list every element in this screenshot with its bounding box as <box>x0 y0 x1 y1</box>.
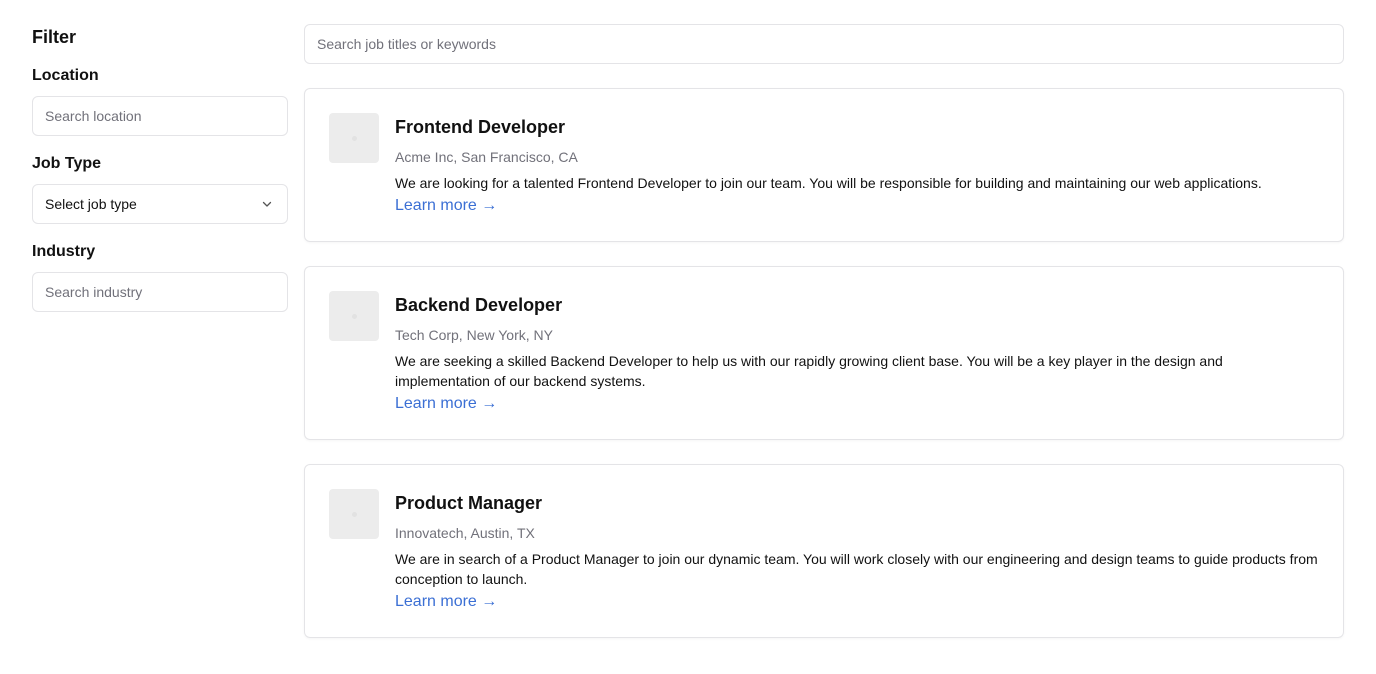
company-logo-icon <box>329 291 379 341</box>
job-title: Frontend Developer <box>395 117 566 137</box>
job-listings-main: Frontend Developer Acme Inc, San Francis… <box>304 24 1344 662</box>
industry-search-input[interactable] <box>32 272 288 312</box>
job-description: We are in search of a Product Manager to… <box>395 551 1318 587</box>
job-card: Product Manager Innovatech, Austin, TX W… <box>304 464 1344 638</box>
company-logo-icon <box>329 489 379 539</box>
job-search-input[interactable] <box>304 24 1344 64</box>
job-card: Backend Developer Tech Corp, New York, N… <box>304 266 1344 440</box>
filter-title: Filter <box>32 27 77 47</box>
learn-more-link[interactable]: Learn more → <box>395 393 497 415</box>
chevron-down-icon <box>259 196 275 212</box>
job-type-label: Job Type <box>32 155 102 172</box>
job-title: Backend Developer <box>395 295 563 315</box>
learn-more-link[interactable]: Learn more → <box>395 195 497 217</box>
job-company-location: Acme Inc, San Francisco, CA <box>395 149 578 165</box>
learn-more-link[interactable]: Learn more → <box>395 591 497 613</box>
job-type-select[interactable]: Select job type <box>32 184 288 224</box>
job-list: Frontend Developer Acme Inc, San Francis… <box>304 88 1344 638</box>
job-type-selected-value: Select job type <box>45 196 137 212</box>
filter-sidebar: Filter Location Job Type Select job type… <box>32 24 288 330</box>
location-search-input[interactable] <box>32 96 288 136</box>
job-company-location: Innovatech, Austin, TX <box>395 525 535 541</box>
job-description: We are looking for a talented Frontend D… <box>395 175 1262 191</box>
job-card: Frontend Developer Acme Inc, San Francis… <box>304 88 1344 242</box>
job-title: Product Manager <box>395 493 543 513</box>
company-logo-icon <box>329 113 379 163</box>
job-company-location: Tech Corp, New York, NY <box>395 327 553 343</box>
job-description: We are seeking a skilled Backend Develop… <box>395 353 1223 389</box>
location-label: Location <box>32 67 99 84</box>
industry-label: Industry <box>32 243 96 260</box>
